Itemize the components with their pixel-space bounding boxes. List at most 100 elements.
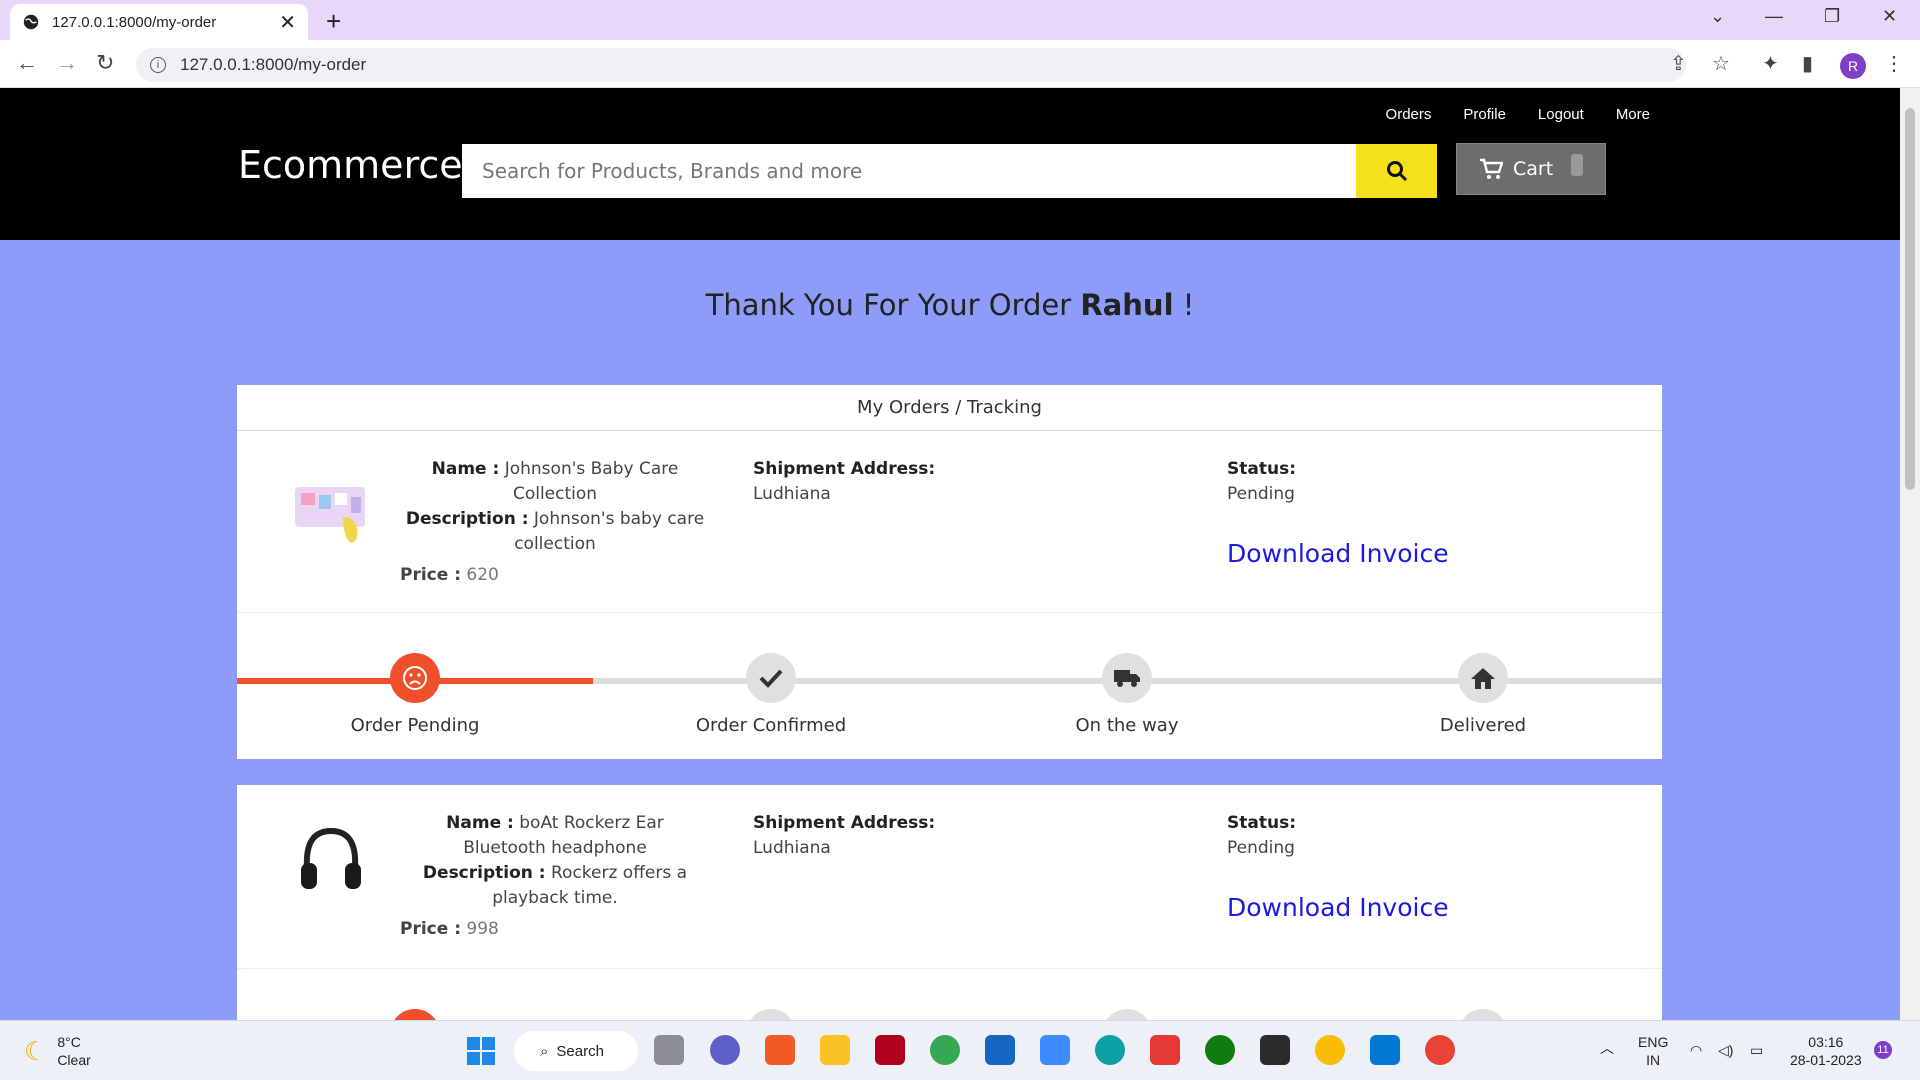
reload-icon[interactable]: ↻ xyxy=(96,50,114,76)
chrome-active-icon[interactable] xyxy=(1425,1035,1455,1065)
file-explorer-icon[interactable] xyxy=(820,1035,850,1065)
wifi-icon[interactable]: ◠ xyxy=(1690,1041,1702,1059)
close-window-icon[interactable]: ✕ xyxy=(1882,6,1897,27)
order-tracker xyxy=(237,969,1662,1020)
forward-icon[interactable]: → xyxy=(56,50,78,76)
clock[interactable]: 03:16 28-01-2023 xyxy=(1790,1033,1862,1069)
download-invoice-link[interactable]: Download Invoice xyxy=(1227,539,1449,568)
extensions-icon[interactable]: ✦ xyxy=(1762,51,1779,76)
taskbar-search-label: Search xyxy=(556,1042,604,1060)
search-icon xyxy=(1386,161,1407,182)
bookmark-star-icon[interactable]: ☆ xyxy=(1712,51,1730,76)
product-info: Name : Johnson's Baby Care Collection De… xyxy=(405,457,705,557)
volume-icon[interactable]: ◁) xyxy=(1718,1041,1733,1059)
cart-count-badge xyxy=(1571,154,1583,176)
order-card: My Orders / Tracking Name : Johnson's Ba… xyxy=(237,385,1662,759)
chrome-profile-icon[interactable] xyxy=(1315,1035,1345,1065)
step-on-the-way: On the way xyxy=(1027,653,1227,736)
close-tab-icon[interactable]: ✕ xyxy=(279,10,296,35)
order-status: Status: Pending xyxy=(1227,811,1296,861)
vscode-icon[interactable] xyxy=(1370,1035,1400,1065)
restore-icon[interactable]: ❐ xyxy=(1824,6,1840,27)
user-name: Rahul xyxy=(1080,288,1174,322)
nav-more-link[interactable]: More xyxy=(1616,106,1650,123)
step-delivered: Delivered xyxy=(1383,653,1583,736)
brave-browser-icon[interactable] xyxy=(765,1035,795,1065)
order-tracker: Order Pending Order Confirmed On the way… xyxy=(237,613,1662,759)
side-panel-icon[interactable]: ▮ xyxy=(1802,51,1813,76)
price-label: Price : xyxy=(400,565,461,585)
wps-office-icon[interactable] xyxy=(1150,1035,1180,1065)
temperature: 8°C xyxy=(57,1034,81,1050)
step-on-the-way xyxy=(1027,1009,1227,1020)
globe-icon xyxy=(23,14,39,30)
search-placeholder: Search for Products, Brands and more xyxy=(482,159,863,183)
taskbar-search[interactable]: ⌕ Search xyxy=(514,1031,638,1071)
product-price: Price : 998 xyxy=(400,919,499,939)
new-tab-icon[interactable]: + xyxy=(326,6,341,37)
region-code: IN xyxy=(1646,1052,1661,1068)
step-order-pending xyxy=(315,1009,515,1020)
tab-title: 127.0.0.1:8000/my-order xyxy=(52,13,217,31)
windows-start-icon[interactable] xyxy=(466,1036,496,1066)
teams-chat-icon[interactable] xyxy=(710,1035,740,1065)
cart-button[interactable]: Cart xyxy=(1456,143,1606,195)
status-label: Status: xyxy=(1227,459,1296,479)
time-text: 03:16 xyxy=(1808,1034,1844,1050)
search-input[interactable]: Search for Products, Brands and more xyxy=(462,144,1357,198)
brand-logo[interactable]: Ecommerce xyxy=(238,143,463,187)
xbox-icon[interactable] xyxy=(1205,1035,1235,1065)
shipment-label: Shipment Address: xyxy=(753,459,936,479)
description-label: Description : xyxy=(422,863,546,883)
profile-avatar[interactable]: R xyxy=(1840,53,1866,79)
order-card: Name : boAt Rockerz Ear Bluetooth headph… xyxy=(237,785,1662,1020)
url-text: 127.0.0.1:8000/my-order xyxy=(180,55,367,74)
app-icon[interactable] xyxy=(875,1035,905,1065)
language-indicator[interactable]: ENG IN xyxy=(1638,1033,1668,1069)
battery-icon[interactable]: ▭ xyxy=(1750,1041,1763,1059)
download-invoice-link[interactable]: Download Invoice xyxy=(1227,893,1449,922)
weather-widget[interactable]: ☾ 8°C Clear xyxy=(24,1033,91,1069)
truck-icon xyxy=(1102,653,1152,703)
price-value: 620 xyxy=(466,565,499,585)
address-value: Ludhiana xyxy=(753,838,831,858)
sad-face-icon xyxy=(390,1009,440,1020)
back-icon[interactable]: ← xyxy=(16,50,38,76)
mail-icon[interactable] xyxy=(985,1035,1015,1065)
microsoft-store-icon[interactable] xyxy=(1040,1035,1070,1065)
browser-tab[interactable]: 127.0.0.1:8000/my-order ✕ xyxy=(10,4,308,40)
site-info-icon[interactable]: i xyxy=(150,57,166,73)
nav-profile-link[interactable]: Profile xyxy=(1463,106,1506,123)
page-scrollbar[interactable] xyxy=(1900,88,1920,1020)
price-value: 998 xyxy=(466,919,499,939)
home-icon xyxy=(1458,653,1508,703)
notification-badge[interactable]: 11 xyxy=(1874,1041,1892,1059)
order-row: Name : Johnson's Baby Care Collection De… xyxy=(237,431,1662,613)
status-label: Status: xyxy=(1227,813,1296,833)
product-price: Price : 620 xyxy=(400,565,499,585)
terminal-icon[interactable] xyxy=(1260,1035,1290,1065)
browser-menu-icon[interactable]: ⋮ xyxy=(1884,51,1904,76)
show-hidden-icons-chevron[interactable]: ︿ xyxy=(1600,1039,1614,1057)
share-icon[interactable]: ⇪ xyxy=(1670,51,1687,76)
step-label: On the way xyxy=(1075,715,1179,736)
scrollbar-thumb[interactable] xyxy=(1905,108,1915,490)
chrome-icon[interactable] xyxy=(930,1035,960,1065)
step-order-confirmed xyxy=(671,1009,871,1020)
shipment-address: Shipment Address: Ludhiana xyxy=(753,457,935,507)
name-label: Name : xyxy=(431,459,500,479)
address-bar[interactable]: i 127.0.0.1:8000/my-order xyxy=(136,48,1686,82)
moon-icon: ☾ xyxy=(24,1035,48,1066)
search-button[interactable] xyxy=(1356,144,1437,198)
minimize-icon[interactable]: — xyxy=(1765,6,1783,27)
edge-icon[interactable] xyxy=(1095,1035,1125,1065)
step-label: Order Confirmed xyxy=(695,715,847,736)
nav-orders-link[interactable]: Orders xyxy=(1386,106,1432,123)
tab-search-chevron-icon[interactable]: ⌄ xyxy=(1710,6,1725,27)
date-text: 28-01-2023 xyxy=(1790,1052,1862,1068)
thank-you-text: Thank You For Your Order xyxy=(705,288,1072,322)
windows-taskbar: ☾ 8°C Clear ⌕ Search ︿ ENG IN ◠ ◁) ▭ 03:… xyxy=(0,1020,1920,1080)
task-view-icon[interactable] xyxy=(654,1035,684,1065)
address-value: Ludhiana xyxy=(753,484,831,504)
nav-logout-link[interactable]: Logout xyxy=(1538,106,1584,123)
